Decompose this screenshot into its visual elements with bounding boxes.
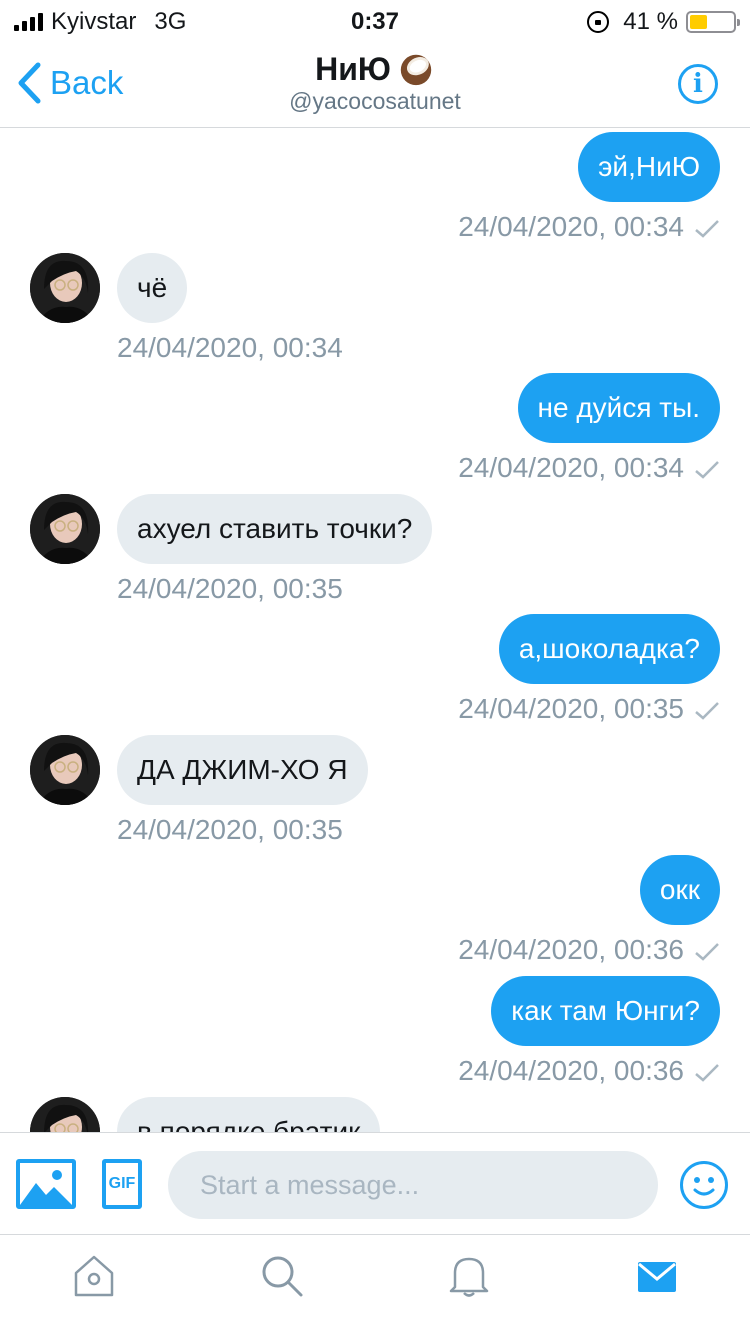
tab-notifications[interactable] xyxy=(446,1253,492,1299)
message-row: а,шоколадка? xyxy=(498,614,720,684)
battery-icon xyxy=(686,11,740,33)
check-icon xyxy=(695,1063,719,1082)
message-row: ахуел ставить точки? xyxy=(117,494,433,564)
status-bar: Kyivstar 3G 0:37 41 % xyxy=(0,0,750,42)
title-block[interactable]: НиЮ @yacocosatunet xyxy=(0,50,750,115)
emoji-button[interactable] xyxy=(680,1161,728,1209)
incoming-bubble[interactable]: ДА ДЖИМ-ХО Я xyxy=(117,735,368,805)
battery-level xyxy=(690,15,708,29)
message-row: в порядке братик xyxy=(117,1097,381,1132)
outgoing-bubble[interactable]: не дуйся ты. xyxy=(517,373,720,443)
incoming-bubble[interactable]: чё xyxy=(117,253,188,323)
message-timestamp: 24/04/2020, 00:36 xyxy=(458,934,720,966)
avatar[interactable] xyxy=(30,253,100,323)
outgoing-bubble[interactable]: эй,НиЮ xyxy=(578,132,720,202)
avatar[interactable] xyxy=(30,735,100,805)
add-photo-button[interactable] xyxy=(16,1159,76,1209)
message-timestamp: 24/04/2020, 00:35 xyxy=(117,573,343,604)
rotation-lock-icon xyxy=(587,11,610,33)
timestamp-text: 24/04/2020, 00:34 xyxy=(458,452,684,483)
message-row: окк xyxy=(639,855,720,925)
timestamp-text: 24/04/2020, 00:35 xyxy=(458,693,684,724)
timestamp-text: 24/04/2020, 00:36 xyxy=(458,1055,684,1086)
timestamp-text: 24/04/2020, 00:34 xyxy=(458,211,684,242)
mail-icon xyxy=(638,1262,676,1292)
tab-search[interactable] xyxy=(259,1253,305,1299)
message-input[interactable] xyxy=(168,1151,658,1219)
gif-button[interactable]: GIF xyxy=(102,1159,142,1209)
search-icon xyxy=(262,1256,303,1297)
message-list[interactable]: эй,НиЮ 24/04/2020, 00:34 чё 24/04/2020, … xyxy=(0,129,750,1132)
conversation-title: НиЮ xyxy=(315,50,391,87)
message-timestamp: 24/04/2020, 00:35 xyxy=(117,814,343,845)
battery-percent: 41 % xyxy=(623,8,678,35)
image-icon xyxy=(20,1170,72,1205)
bell-icon xyxy=(449,1257,489,1297)
message-timestamp: 24/04/2020, 00:34 xyxy=(458,452,720,484)
message-timestamp: 24/04/2020, 00:34 xyxy=(117,332,343,363)
coconut-icon xyxy=(400,54,432,86)
message-row: как там Юнги? xyxy=(491,976,720,1046)
home-icon xyxy=(74,1255,114,1297)
message-timestamp: 24/04/2020, 00:35 xyxy=(458,693,720,725)
message-composer: GIF xyxy=(0,1132,750,1234)
message-row: чё xyxy=(117,253,188,323)
message-row: ДА ДЖИМ-ХО Я xyxy=(117,735,368,805)
outgoing-bubble[interactable]: а,шоколадка? xyxy=(498,614,720,684)
timestamp-text: 24/04/2020, 00:36 xyxy=(458,934,684,965)
check-icon xyxy=(695,701,719,720)
message-row: эй,НиЮ xyxy=(578,132,720,202)
avatar[interactable] xyxy=(30,494,100,564)
tab-home[interactable] xyxy=(71,1253,117,1299)
tab-messages[interactable] xyxy=(634,1253,680,1299)
outgoing-bubble[interactable]: как там Юнги? xyxy=(491,976,720,1046)
check-icon xyxy=(695,219,719,238)
outgoing-bubble[interactable]: окк xyxy=(639,855,720,925)
status-right: 41 % xyxy=(587,8,740,36)
smiley-icon xyxy=(693,1177,715,1196)
message-timestamp: 24/04/2020, 00:36 xyxy=(458,1055,720,1087)
message-timestamp: 24/04/2020, 00:34 xyxy=(458,211,720,243)
tab-bar xyxy=(0,1234,750,1334)
avatar[interactable] xyxy=(30,1097,100,1132)
incoming-bubble[interactable]: в порядке братик xyxy=(117,1097,381,1132)
conversation-handle: @yacocosatunet xyxy=(289,88,461,114)
info-button[interactable]: i xyxy=(678,64,718,104)
message-row: не дуйся ты. xyxy=(517,373,720,443)
check-icon xyxy=(695,942,719,961)
conversation-header: Back НиЮ @yacocosatunet i xyxy=(0,42,750,128)
incoming-bubble[interactable]: ахуел ставить точки? xyxy=(117,494,433,564)
check-icon xyxy=(695,460,719,479)
